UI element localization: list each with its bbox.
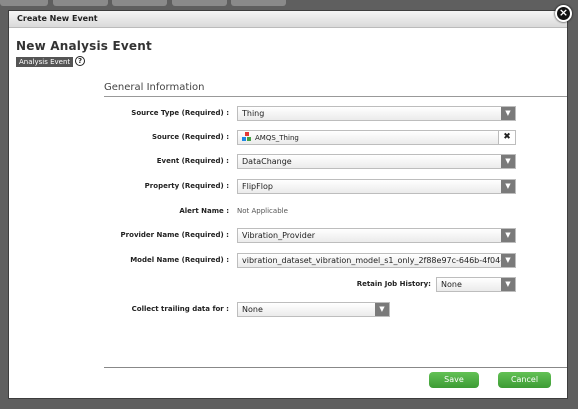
event-value: DataChange [242, 157, 292, 166]
collect-trailing-value: None [242, 305, 263, 314]
dialog-title: Create New Event [9, 11, 567, 28]
source-type-value: Thing [242, 109, 265, 118]
provider-name-select[interactable]: Vibration_Provider ▼ [237, 228, 516, 243]
help-icon[interactable]: ? [75, 56, 85, 66]
source-field[interactable]: AMQS_Thing ✖ [237, 130, 516, 145]
model-name-label: Model Name (Required) : [130, 256, 229, 264]
background-tab [112, 0, 167, 6]
chevron-down-icon: ▼ [501, 254, 515, 267]
background-tab [231, 0, 286, 6]
collect-trailing-select[interactable]: None ▼ [237, 302, 390, 317]
property-select[interactable]: FlipFlop ▼ [237, 179, 516, 194]
event-label: Event (Required) : [156, 157, 229, 165]
property-label: Property (Required) : [144, 182, 229, 190]
section-title: General Information [104, 82, 205, 93]
model-name-value: vibration_dataset_vibration_model_s1_onl… [242, 256, 509, 265]
model-name-select[interactable]: vibration_dataset_vibration_model_s1_onl… [237, 253, 516, 268]
chevron-down-icon: ▼ [501, 229, 515, 242]
alert-name-value: Not Applicable [237, 207, 288, 215]
event-select[interactable]: DataChange ▼ [237, 154, 516, 169]
save-button[interactable]: Save [429, 372, 479, 388]
background-tab [172, 0, 227, 6]
property-value: FlipFlop [242, 182, 273, 191]
collect-trailing-label: Collect trailing data for : [131, 305, 229, 313]
background-tabs [0, 0, 578, 7]
source-type-label: Source Type (Required) : [131, 109, 229, 117]
background-tab [53, 0, 108, 6]
source-value: AMQS_Thing [255, 134, 299, 142]
provider-name-label: Provider Name (Required) : [120, 231, 229, 239]
cancel-button[interactable]: Cancel [498, 372, 551, 388]
source-type-select[interactable]: Thing ▼ [237, 106, 516, 121]
clear-icon[interactable]: ✖ [498, 131, 515, 144]
retain-job-history-select[interactable]: None ▼ [436, 277, 516, 292]
section-divider [104, 96, 567, 97]
chevron-down-icon: ▼ [501, 278, 515, 291]
alert-name-label: Alert Name : [179, 207, 229, 215]
retain-job-history-label: Retain Job History: [356, 280, 431, 288]
footer-divider [104, 367, 567, 368]
event-type-badge: Analysis Event [16, 57, 74, 67]
close-icon[interactable]: × [555, 5, 572, 22]
page-title: New Analysis Event [16, 39, 152, 53]
chevron-down-icon: ▼ [501, 107, 515, 120]
source-label: Source (Required) : [152, 133, 229, 141]
chevron-down-icon: ▼ [501, 180, 515, 193]
thing-icon [242, 132, 252, 141]
provider-name-value: Vibration_Provider [242, 231, 316, 240]
retain-job-history-value: None [441, 280, 462, 289]
chevron-down-icon: ▼ [375, 303, 389, 316]
create-event-dialog: Create New Event New Analysis Event Anal… [8, 10, 568, 399]
chevron-down-icon: ▼ [501, 155, 515, 168]
background-tab [0, 0, 48, 6]
